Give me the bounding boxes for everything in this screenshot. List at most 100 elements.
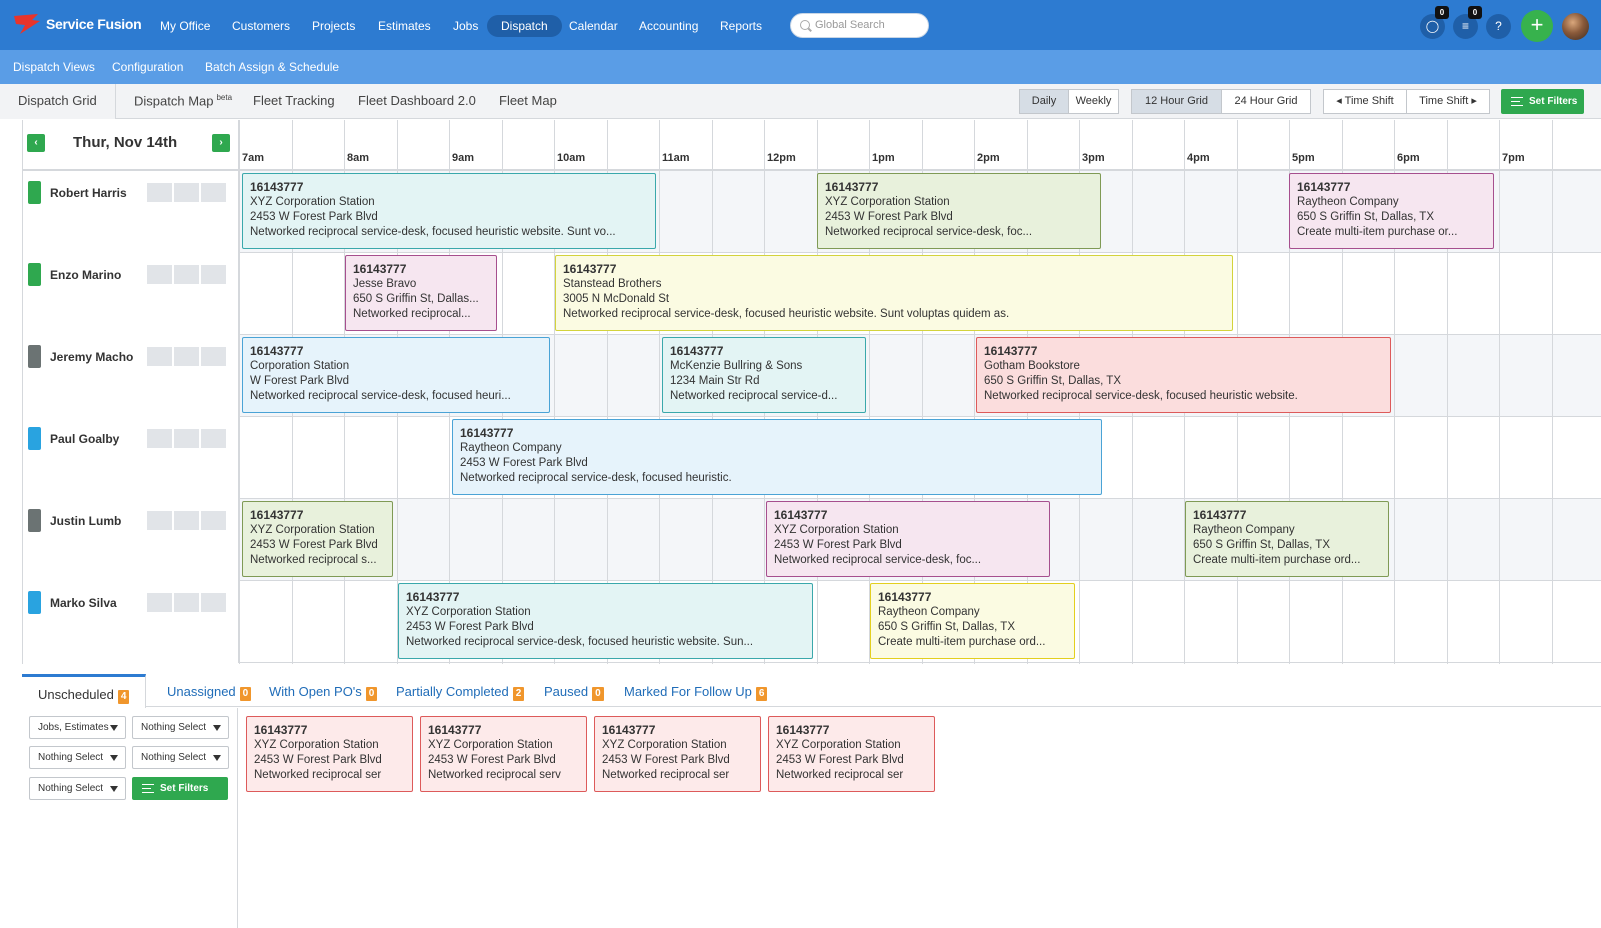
job-card[interactable]: 16143777 XYZ Corporation Station 2453 W … bbox=[242, 501, 393, 577]
job-card[interactable]: 16143777 Raytheon Company 650 S Griffin … bbox=[1185, 501, 1389, 577]
chat-icon: ◯ bbox=[1425, 19, 1440, 33]
job-address: 650 S Griffin St, Dallas, TX bbox=[1193, 539, 1330, 551]
tab-dispatch-map[interactable]: Dispatch Map beta bbox=[134, 93, 232, 108]
job-card[interactable]: 16143777 Raytheon Company 650 S Griffin … bbox=[1289, 173, 1494, 249]
tab-fleet-map[interactable]: Fleet Map bbox=[499, 93, 557, 108]
tech-row-marko-silva[interactable]: Marko Silva bbox=[23, 581, 239, 663]
nav-customers[interactable]: Customers bbox=[220, 15, 302, 37]
tab-unscheduled[interactable]: Unscheduled 4 bbox=[22, 674, 147, 708]
nav-reports[interactable]: Reports bbox=[708, 15, 774, 37]
search-icon bbox=[800, 20, 810, 30]
time-shift-forward-button[interactable]: Time Shift ▸ bbox=[1406, 89, 1490, 114]
hour-label: 11am bbox=[662, 152, 690, 164]
tech-slot bbox=[201, 265, 226, 284]
unscheduled-job-card[interactable]: 16143777 XYZ Corporation Station 2453 W … bbox=[246, 716, 413, 792]
job-description: Networked reciprocal service-desk, focus… bbox=[563, 308, 1010, 320]
global-search-input[interactable]: Global Search bbox=[790, 13, 929, 38]
subnav-configuration[interactable]: Configuration bbox=[112, 60, 183, 74]
service-fusion-logo[interactable]: Service Fusion bbox=[12, 12, 142, 36]
tech-slot bbox=[147, 183, 172, 202]
job-description: Networked reciprocal service-desk, foc..… bbox=[774, 554, 982, 566]
tech-row-robert-harris[interactable]: Robert Harris bbox=[23, 171, 239, 253]
job-card[interactable]: 16143777 Raytheon Company 650 S Griffin … bbox=[870, 583, 1075, 659]
job-address: 2453 W Forest Park Blvd bbox=[825, 211, 953, 223]
tab-paused[interactable]: Paused 0 bbox=[544, 684, 604, 701]
12-hour-grid-toggle[interactable]: 12 Hour Grid bbox=[1131, 89, 1222, 114]
job-card[interactable]: 16143777 Raytheon Company 2453 W Forest … bbox=[452, 419, 1102, 495]
subnav-dispatch-views[interactable]: Dispatch Views bbox=[13, 60, 95, 74]
job-number: 16143777 bbox=[774, 508, 828, 522]
tab-with-open-pos[interactable]: With Open PO's 0 bbox=[269, 684, 378, 701]
nav-jobs[interactable]: Jobs bbox=[441, 15, 490, 37]
select-value: Jobs, Estimates bbox=[38, 722, 109, 733]
24-hour-grid-toggle[interactable]: 24 Hour Grid bbox=[1221, 89, 1311, 114]
set-filters-button[interactable]: Set Filters bbox=[1501, 89, 1584, 114]
unscheduled-filter-pane bbox=[22, 708, 238, 928]
nav-accounting[interactable]: Accounting bbox=[627, 15, 710, 37]
select-value: Nothing Select bbox=[141, 752, 207, 763]
filter-select[interactable]: Nothing Select bbox=[132, 716, 229, 739]
job-description: Networked reciprocal service-desk, focus… bbox=[984, 390, 1298, 402]
nav-calendar[interactable]: Calendar bbox=[557, 15, 630, 37]
notes-button[interactable]: ≡ 0 bbox=[1453, 6, 1482, 39]
job-card[interactable]: 16143777 McKenzie Bullring & Sons 1234 M… bbox=[662, 337, 866, 413]
job-customer: XYZ Corporation Station bbox=[250, 196, 375, 208]
tab-label: Marked For Follow Up bbox=[624, 684, 752, 699]
nav-projects[interactable]: Projects bbox=[300, 15, 367, 37]
tab-fleet-tracking[interactable]: Fleet Tracking bbox=[253, 93, 335, 108]
job-customer: XYZ Corporation Station bbox=[250, 524, 375, 536]
tech-row-justin-lumb[interactable]: Justin Lumb bbox=[23, 499, 239, 581]
filter-select[interactable]: Nothing Select bbox=[29, 777, 126, 800]
nav-dispatch[interactable]: Dispatch bbox=[487, 15, 562, 37]
tech-slot bbox=[201, 183, 226, 202]
chevron-down-icon bbox=[213, 725, 221, 731]
user-avatar[interactable] bbox=[1562, 13, 1589, 40]
tab-partially-completed[interactable]: Partially Completed 2 bbox=[396, 684, 525, 701]
type-filter-select[interactable]: Jobs, Estimates bbox=[29, 716, 126, 739]
job-card[interactable]: 16143777 Jesse Bravo 650 S Griffin St, D… bbox=[345, 255, 497, 331]
prev-day-button[interactable]: ‹ bbox=[27, 134, 45, 152]
tech-row-paul-goalby[interactable]: Paul Goalby bbox=[23, 417, 239, 499]
daily-toggle[interactable]: Daily bbox=[1019, 89, 1069, 114]
job-description: Networked reciprocal serv bbox=[428, 769, 561, 781]
job-customer: XYZ Corporation Station bbox=[774, 524, 899, 536]
hour-label: 7pm bbox=[1502, 152, 1525, 164]
job-number: 16143777 bbox=[670, 344, 724, 358]
time-shift-back-button[interactable]: ◂ Time Shift bbox=[1323, 89, 1407, 114]
job-card[interactable]: 16143777 Stanstead Brothers 3005 N McDon… bbox=[555, 255, 1233, 331]
filter-select[interactable]: Nothing Select bbox=[132, 746, 229, 769]
nav-estimates[interactable]: Estimates bbox=[366, 15, 443, 37]
chat-button[interactable]: ◯ 0 bbox=[1420, 6, 1449, 39]
unscheduled-job-card[interactable]: 16143777 XYZ Corporation Station 2453 W … bbox=[594, 716, 761, 792]
weekly-toggle[interactable]: Weekly bbox=[1068, 89, 1119, 114]
job-card[interactable]: 16143777 XYZ Corporation Station 2453 W … bbox=[242, 173, 656, 249]
job-card[interactable]: 16143777 XYZ Corporation Station 2453 W … bbox=[817, 173, 1101, 249]
subnav-batch-assign[interactable]: Batch Assign & Schedule bbox=[205, 60, 339, 74]
unscheduled-tabs: Unscheduled 4 Unassigned 0 With Open PO's 0… bbox=[22, 674, 1601, 708]
job-customer: Raytheon Company bbox=[460, 442, 562, 454]
tech-row-enzo-marino[interactable]: Enzo Marino bbox=[23, 253, 239, 335]
tab-unassigned[interactable]: Unassigned 0 bbox=[167, 684, 252, 701]
tab-fleet-dashboard[interactable]: Fleet Dashboard 2.0 bbox=[358, 93, 476, 108]
job-description: Networked reciprocal service-d... bbox=[670, 390, 838, 402]
help-button[interactable]: ? bbox=[1486, 14, 1511, 39]
job-card[interactable]: 16143777 Corporation Station W Forest Pa… bbox=[242, 337, 550, 413]
job-card[interactable]: 16143777 Gotham Bookstore 650 S Griffin … bbox=[976, 337, 1391, 413]
row-divider bbox=[23, 252, 1601, 253]
tab-marked-for-follow-up[interactable]: Marked For Follow Up 6 bbox=[624, 684, 768, 701]
job-card[interactable]: 16143777 XYZ Corporation Station 2453 W … bbox=[766, 501, 1050, 577]
add-new-button[interactable]: + bbox=[1521, 10, 1553, 42]
nav-my-office[interactable]: My Office bbox=[148, 15, 222, 37]
unscheduled-set-filters-button[interactable]: Set Filters bbox=[132, 777, 228, 800]
filter-select[interactable]: Nothing Select bbox=[29, 746, 126, 769]
count-badge: 4 bbox=[117, 690, 130, 704]
tab-dispatch-grid[interactable]: Dispatch Grid bbox=[0, 84, 116, 119]
next-day-button[interactable]: › bbox=[212, 134, 230, 152]
unscheduled-job-card[interactable]: 16143777 XYZ Corporation Station 2453 W … bbox=[768, 716, 935, 792]
unscheduled-job-card[interactable]: 16143777 XYZ Corporation Station 2453 W … bbox=[420, 716, 587, 792]
filter-icon bbox=[142, 784, 154, 793]
job-description: Networked reciprocal ser bbox=[776, 769, 904, 781]
job-card[interactable]: 16143777 XYZ Corporation Station 2453 W … bbox=[398, 583, 813, 659]
select-value: Nothing Select bbox=[38, 783, 104, 794]
tech-row-jeremy-macho[interactable]: Jeremy Macho bbox=[23, 335, 239, 417]
